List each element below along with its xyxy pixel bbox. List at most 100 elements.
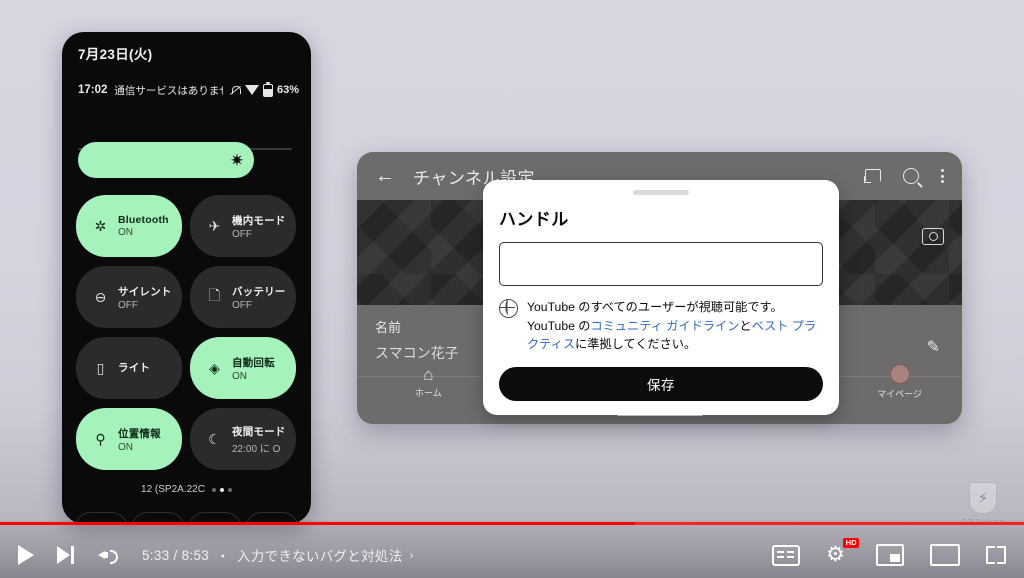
- theater-mode-button[interactable]: [930, 544, 960, 566]
- note-line-2-pre: YouTube の: [527, 318, 591, 333]
- tile-location[interactable]: ⚲ 位置情報 ON: [76, 408, 182, 470]
- do-not-disturb-icon: ⊖: [94, 288, 107, 305]
- tile-state: OFF: [118, 299, 138, 311]
- player-controls: 5:33 / 8:53 ・ 入力できないバグと対処法 › ⚙ HD: [0, 520, 1024, 578]
- chapter-list-arrow-icon[interactable]: ›: [410, 548, 414, 562]
- chapter-title[interactable]: 入力できないバグと対処法: [237, 545, 403, 565]
- nav-item-mypage[interactable]: マイページ: [877, 364, 922, 400]
- tile-state: 22:00 に O: [232, 443, 281, 455]
- status-bar: 17:02 通信サービスはありませ 63%: [78, 81, 299, 98]
- tile-state: OFF: [232, 299, 252, 311]
- tile-auto-rotate[interactable]: ◈ 自動回転 ON: [190, 337, 296, 399]
- back-arrow-icon[interactable]: ←: [375, 165, 395, 188]
- settings-button[interactable]: ⚙ HD: [826, 538, 859, 567]
- tile-state: ON: [118, 441, 133, 453]
- miniplayer-button[interactable]: [876, 544, 904, 566]
- page-dot: [227, 487, 232, 492]
- page-dot-active: [219, 487, 224, 492]
- bell-muted-icon: [230, 85, 242, 96]
- tile-label: 自動回転: [232, 356, 275, 369]
- brightness-slider[interactable]: ✷: [78, 142, 296, 180]
- note-line-1: YouTube のすべてのユーザーが視聴可能です。: [527, 300, 783, 314]
- tile-bluetooth[interactable]: ✲ Bluetooth ON: [76, 195, 182, 257]
- tile-label: 機内モード: [232, 214, 286, 227]
- tile-state: OFF: [232, 228, 252, 240]
- time-and-chapter: 5:33 / 8:53 ・ 入力できないバグと対処法 ›: [142, 545, 414, 565]
- tile-label: 位置情報: [118, 427, 161, 440]
- nav-item-home[interactable]: ⌂ ホーム: [415, 366, 442, 399]
- night-mode-icon: ☾: [208, 430, 221, 447]
- auto-rotate-icon: ◈: [209, 359, 220, 376]
- avatar-icon: [889, 364, 910, 384]
- tile-state: ON: [232, 370, 247, 382]
- subtitles-button[interactable]: [772, 544, 800, 566]
- tile-label: 夜間モード: [232, 425, 286, 438]
- tile-label: サイレント: [118, 285, 172, 298]
- progress-bar[interactable]: [0, 520, 1024, 526]
- tile-label: Bluetooth: [118, 214, 169, 226]
- location-icon: ⚲: [95, 430, 106, 447]
- save-button[interactable]: 保存: [499, 366, 823, 401]
- chapter-separator: ・: [216, 549, 230, 564]
- tile-night-mode[interactable]: ☾ 夜間モード 22:00 に O: [190, 408, 296, 470]
- globe-icon: [499, 299, 518, 318]
- channel-watermark: ⚡ コアコンシェル: [954, 472, 1012, 526]
- tile-silent[interactable]: ⊖ サイレント OFF: [76, 266, 182, 328]
- battery-icon: [263, 81, 273, 97]
- progress-hover-line: [0, 522, 1024, 525]
- cast-icon[interactable]: [864, 169, 881, 183]
- home-icon: ⌂: [423, 364, 434, 384]
- gear-icon: ⚙: [826, 543, 845, 566]
- quick-settings-tiles: ✲ Bluetooth ON ✈ 機内モード OFF ⊖ サイレント OFF 🗋…: [76, 195, 296, 470]
- quick-settings-footer: 12 (SP2A.22C: [62, 484, 311, 495]
- tile-flashlight[interactable]: ▯ ライト: [76, 337, 182, 399]
- battery-saver-icon: 🗋: [208, 287, 221, 303]
- fullscreen-button[interactable]: [986, 546, 1006, 564]
- flashlight-icon: ▯: [96, 359, 105, 376]
- airplane-icon: ✈: [208, 217, 221, 234]
- handle-dialog: ハンドル YouTube のすべてのユーザーが視聴可能です。 YouTube の…: [483, 180, 839, 415]
- volume-button[interactable]: [98, 546, 119, 564]
- dialog-title: ハンドル: [499, 210, 569, 229]
- handle-input[interactable]: [499, 242, 823, 286]
- phone-mockup-left: 7月23日(火) 17:02 通信サービスはありませ 63% ✷ ✲ Bluet…: [62, 32, 311, 524]
- overflow-menu-icon[interactable]: [941, 169, 944, 183]
- nav-label: マイページ: [877, 389, 922, 399]
- miniplayer-icon: [876, 544, 904, 566]
- tile-battery-saver[interactable]: 🗋 バッテリー OFF: [190, 266, 296, 328]
- play-button[interactable]: [18, 545, 34, 565]
- page-dot: [211, 487, 216, 492]
- watermark-shield-icon: ⚡: [969, 482, 997, 514]
- status-icons: 63%: [230, 81, 299, 97]
- screen-root: ⚡ コアコンシェル 7月23日(火) 17:02 通信サービスはありませ 63%…: [0, 0, 1024, 578]
- nav-label: ホーム: [415, 387, 442, 398]
- drag-handle[interactable]: [633, 190, 689, 195]
- community-guidelines-link[interactable]: コミュニティ ガイドライン: [590, 319, 739, 333]
- note-line-2-post: に準拠してください。: [575, 337, 697, 352]
- search-icon[interactable]: [903, 168, 919, 184]
- dialog-note: YouTube のすべてのユーザーが視聴可能です。 YouTube のコミュニテ…: [483, 286, 839, 354]
- pencil-icon[interactable]: ✎: [927, 337, 940, 357]
- wifi-icon: [245, 85, 260, 95]
- fullscreen-icon: [986, 546, 1006, 564]
- brightness-icon: ✷: [229, 151, 245, 170]
- status-carrier: 通信サービスはありませ: [114, 84, 224, 97]
- battery-percent: 63%: [276, 84, 299, 96]
- build-label: 12 (SP2A.22C: [141, 484, 205, 495]
- tile-label: バッテリー: [232, 285, 286, 298]
- note-text: YouTube のすべてのユーザーが視聴可能です。 YouTube のコミュニテ…: [527, 298, 823, 354]
- page-indicator: [211, 487, 232, 492]
- quality-badge: HD: [843, 538, 859, 549]
- subtitles-icon: [772, 544, 800, 566]
- note-mid: と: [739, 318, 752, 333]
- tile-state: ON: [118, 227, 133, 238]
- tile-label: ライト: [118, 362, 151, 374]
- quick-settings-date: 7月23日(火): [78, 47, 153, 62]
- tile-airplane-mode[interactable]: ✈ 機内モード OFF: [190, 195, 296, 257]
- controls-row: 5:33 / 8:53 ・ 入力できないバグと対処法 › ⚙ HD: [0, 532, 1024, 578]
- time-display: 5:33 / 8:53: [142, 547, 210, 563]
- bluetooth-icon: ✲: [94, 217, 107, 234]
- next-video-button[interactable]: [57, 546, 75, 564]
- watermark-glyph: ⚡: [977, 490, 989, 507]
- camera-icon[interactable]: [922, 228, 944, 245]
